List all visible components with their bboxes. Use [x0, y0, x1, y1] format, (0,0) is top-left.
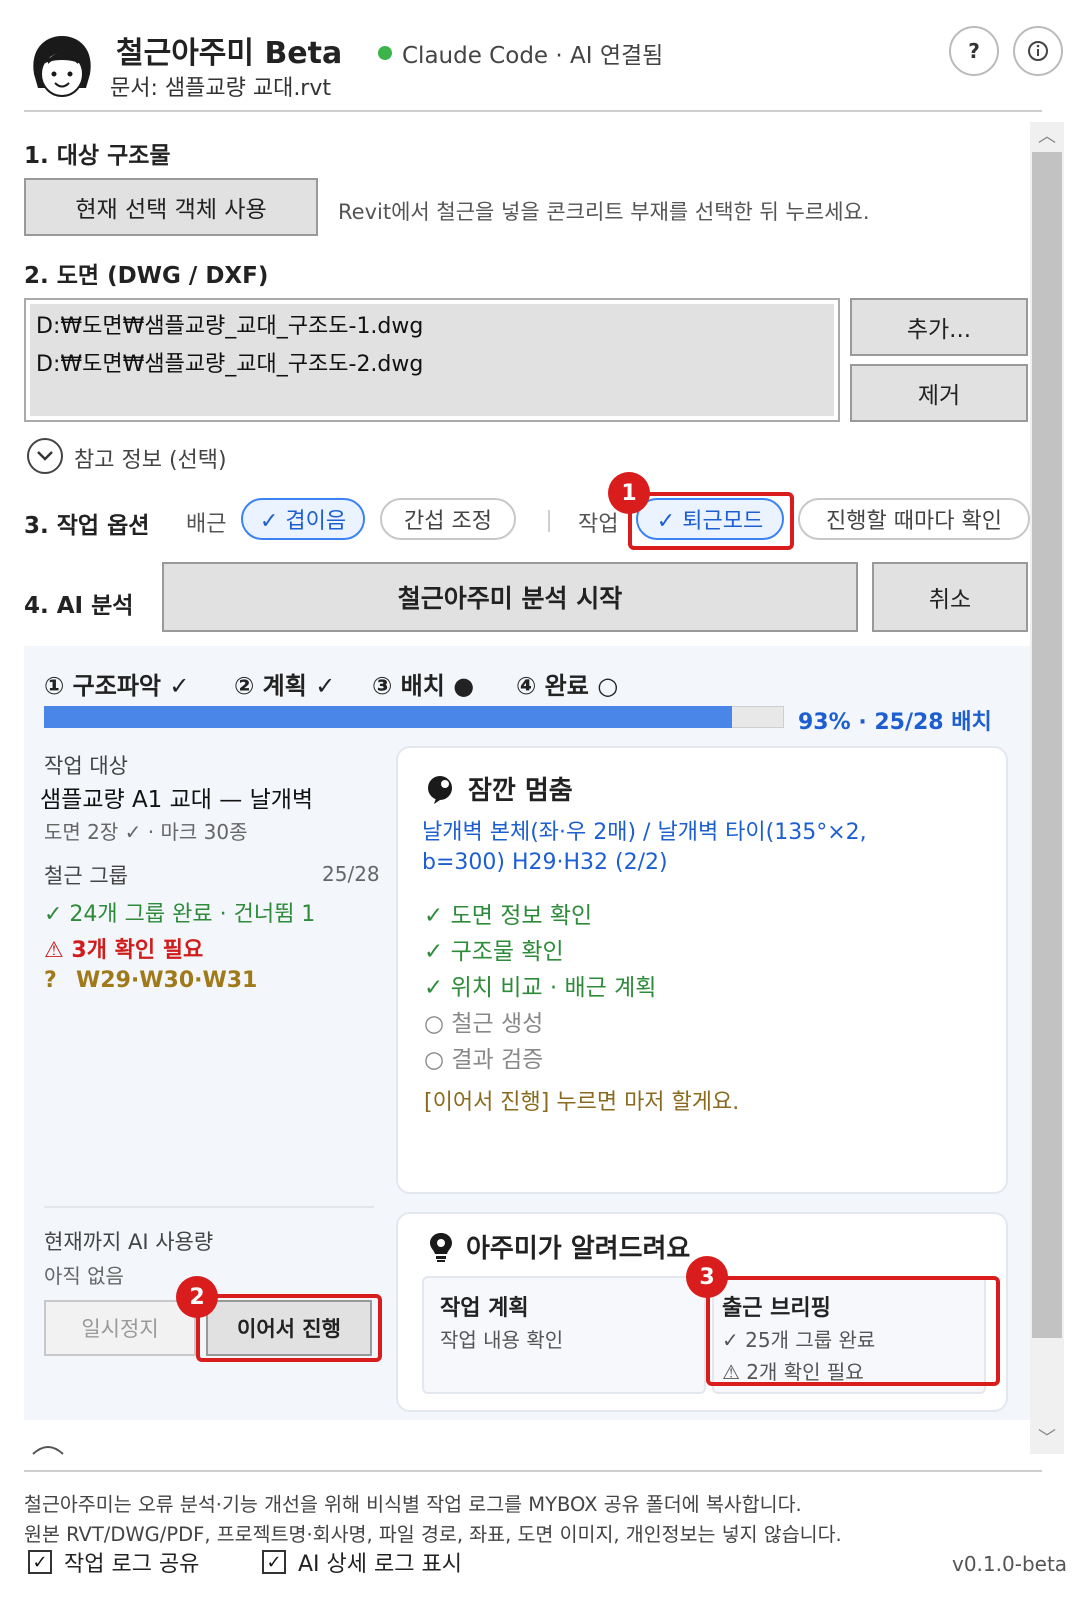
pause-target-line2: b=300) H29·H32 (2/2) [422, 850, 668, 875]
pause-bubble-icon [428, 775, 452, 804]
help-button[interactable]: ? [949, 26, 999, 76]
step-structure: ① 구조파악 ✓ [44, 672, 190, 700]
groups-done-line: ✓ 24개 그룹 완료 · 건너뜀 1 [44, 902, 316, 927]
remove-file-button[interactable]: 제거 [850, 364, 1028, 422]
check-drawing-info: ✓ 도면 정보 확인 [424, 903, 593, 929]
section1-label: 1. 대상 구조물 [24, 143, 171, 169]
work-target-label: 작업 대상 [44, 754, 128, 778]
section3-label: 3. 작업 옵션 [24, 513, 150, 539]
check-position-compare: ✓ 위치 비교 · 배근 계획 [424, 975, 657, 1001]
document-name: 문서: 샘플교량 교대.rvt [110, 76, 332, 101]
pause-target-line1: 날개벽 본체(좌·우 2매) / 날개벽 타이(135°×2, [422, 820, 867, 845]
ai-usage-value: 아직 없음 [44, 1264, 124, 1288]
check-result-verify: ○ 결과 검증 [424, 1047, 544, 1073]
section4-label: 4. AI 분석 [24, 593, 134, 619]
groups-warn-line: ⚠ 3개 확인 필요 [44, 938, 204, 963]
lap-splice-toggle[interactable]: ✓ 겹이음 [241, 498, 365, 540]
confirm-each-toggle[interactable]: 진행할 때마다 확인 [798, 498, 1030, 540]
use-selection-button[interactable]: 현재 선택 객체 사용 [24, 178, 318, 236]
pause-card-title-text: 잠깐 멈춤 [468, 776, 573, 806]
pause-button[interactable]: 일시정지 [44, 1300, 196, 1356]
callout-number-2: 2 [176, 1276, 218, 1318]
question-mark: ? [44, 968, 57, 993]
chevron-down-icon [37, 451, 53, 461]
version-label: v0.1.0-beta [952, 1552, 1068, 1576]
tips-card-title-text: 아주미가 알려드려요 [466, 1234, 691, 1264]
tips-card-title: 아주미가 알려드려요 [428, 1228, 690, 1265]
add-file-button[interactable]: 추가... [850, 298, 1028, 356]
ai-usage-label: 현재까지 AI 사용량 [44, 1230, 214, 1254]
rebar-group-label: 철근 그룹 [44, 864, 128, 888]
connection-status: Claude Code · AI 연결됨 [378, 36, 663, 70]
status-dot-icon [378, 46, 392, 60]
cancel-button[interactable]: 취소 [872, 562, 1028, 632]
check-structure: ✓ 구조물 확인 [424, 939, 564, 965]
scroll-down-icon[interactable]: ﹀ [1034, 1426, 1060, 1452]
usage-divider [44, 1206, 374, 1208]
footer-notice-line2: 원본 RVT/DWG/PDF, 프로젝트명·회사명, 파일 경로, 좌표, 도면… [24, 1523, 842, 1546]
rebar-option-label: 배근 [186, 512, 227, 537]
progress-text: 93% · 25/28 배치 [798, 710, 992, 735]
reference-info-label[interactable]: 참고 정보 (선택) [74, 442, 227, 474]
scroll-up-icon[interactable]: ︿ [1034, 124, 1060, 150]
header-divider [24, 110, 1042, 112]
work-target-name: 샘플교량 A1 교대 — 날개벽 [40, 787, 314, 813]
interference-toggle[interactable]: 간섭 조정 [380, 498, 516, 540]
share-log-checkbox[interactable]: ✓ [28, 1550, 52, 1574]
callout-number-3: 3 [686, 1256, 728, 1298]
file-item[interactable]: D:₩도면₩샘플교량_교대_구조도-2.dwg [36, 346, 828, 384]
step-complete: ④ 완료 ○ [516, 672, 619, 700]
work-option-label: 작업 [578, 512, 619, 537]
callout-box-3 [706, 1276, 1000, 1386]
footer-notice-line1: 철근아주미는 오류 분석·기능 개선을 위해 비식별 작업 로그를 MYBOX … [24, 1493, 802, 1516]
pending-marks: W29·W30·W31 [76, 968, 258, 993]
work-plan-sub: 작업 내용 확인 [440, 1328, 564, 1352]
option-separator [548, 510, 550, 532]
app-title: 철근아주미 Beta [116, 36, 343, 71]
drawing-file-list[interactable]: D:₩도면₩샘플교량_교대_구조도-1.dwg D:₩도면₩샘플교량_교대_구조… [24, 298, 840, 422]
step-plan: ② 계획 ✓ [234, 672, 336, 700]
file-item[interactable]: D:₩도면₩샘플교량_교대_구조도-1.dwg [36, 308, 828, 346]
scrollbar-thumb[interactable] [1032, 152, 1062, 1338]
pause-note: [이어서 진행] 누르면 마저 할게요. [424, 1090, 740, 1115]
check-rebar-create: ○ 철근 생성 [424, 1011, 544, 1037]
callout-box-2 [196, 1294, 382, 1362]
pause-card-title: 잠깐 멈춤 [424, 770, 573, 807]
section2-label: 2. 도면 (DWG / DXF) [24, 263, 269, 289]
start-analysis-button[interactable]: 철근아주미 분석 시작 [162, 562, 858, 632]
reference-toggle-button[interactable] [27, 438, 63, 474]
callout-box-1 [628, 492, 794, 550]
work-plan-title: 작업 계획 [440, 1296, 529, 1321]
avatar-icon [33, 36, 91, 97]
ai-log-checkbox[interactable]: ✓ [262, 1550, 286, 1574]
share-log-label[interactable]: 작업 로그 공유 [64, 1546, 199, 1578]
callout-number-1: 1 [608, 472, 650, 514]
step-place: ③ 배치 ● [372, 672, 475, 700]
collapse-arc-icon [32, 1446, 64, 1455]
info-button[interactable] [1013, 26, 1063, 76]
rebar-group-count: 25/28 [322, 862, 380, 886]
ai-log-label[interactable]: AI 상세 로그 표시 [298, 1546, 462, 1578]
lightbulb-icon [430, 1232, 452, 1262]
footer-divider [24, 1470, 1042, 1472]
info-icon [1028, 41, 1048, 61]
selection-hint: Revit에서 철근을 넣을 콘크리트 부재를 선택한 뒤 누르세요. [338, 200, 870, 224]
progress-fill [44, 706, 732, 728]
status-text: Claude Code · AI 연결됨 [402, 43, 664, 69]
work-target-sub: 도면 2장 ✓ · 마크 30종 [44, 820, 248, 844]
